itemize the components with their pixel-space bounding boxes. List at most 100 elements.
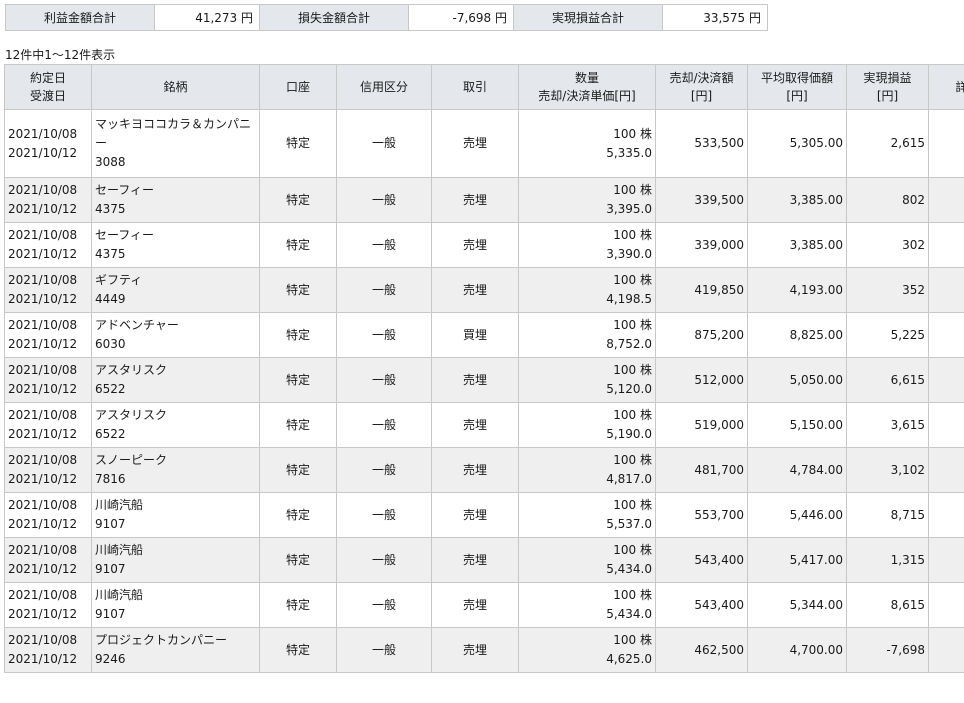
avg-price-cell: 4,784.00 <box>747 447 847 493</box>
avg-price-cell: 5,305.00 <box>747 109 847 178</box>
stock-code: 6030 <box>95 337 126 351</box>
summary-table: 利益金額合計 41,273 円 損失金額合計 -7,698 円 実現損益合計 3… <box>5 4 768 31</box>
stock-cell: プロジェクトカンパニー 9246 <box>91 627 260 673</box>
profit-total-label: 利益金額合計 <box>5 4 155 31</box>
account-cell: 特定 <box>259 177 337 223</box>
quantity: 100 株 <box>613 183 652 197</box>
trade-cell: 売埋 <box>431 402 519 448</box>
trade-date: 2021/10/08 <box>8 453 78 467</box>
realized-pnl-cell: 352 <box>846 267 929 313</box>
credit-cell: 一般 <box>336 267 432 313</box>
quantity-cell: 100 株 8,752.0 <box>518 312 656 358</box>
amount-cell: 543,400 <box>655 537 748 583</box>
unit-price: 3,395.0 <box>606 202 652 216</box>
trade-cell: 売埋 <box>431 267 519 313</box>
quantity-cell: 100 株 5,537.0 <box>518 492 656 538</box>
detail-cell <box>928 357 964 403</box>
quantity: 100 株 <box>613 273 652 287</box>
stock-cell: アスタリスク 6522 <box>91 402 260 448</box>
realized-pnl-cell: 802 <box>846 177 929 223</box>
credit-cell: 一般 <box>336 537 432 583</box>
quantity-cell: 100 株 5,434.0 <box>518 537 656 583</box>
stock-code: 9246 <box>95 652 126 666</box>
table-row: 2021/10/08 2021/10/12 川崎汽船 9107 特定 一般 売埋 1… <box>4 537 964 583</box>
header-avg-line1: 平均取得価額 <box>760 71 833 85</box>
settle-date: 2021/10/12 <box>8 382 78 396</box>
account-cell: 特定 <box>259 492 337 538</box>
settle-date: 2021/10/12 <box>8 202 78 216</box>
stock-cell: アスタリスク 6522 <box>91 357 260 403</box>
stock-code: 4375 <box>95 202 126 216</box>
result-count: 12件中1～12件表示 <box>5 48 116 62</box>
detail-cell <box>928 267 964 313</box>
realized-pnl-cell: 5,225 <box>846 312 929 358</box>
quantity: 100 株 <box>613 498 652 512</box>
summary-row: 利益金額合計 41,273 円 損失金額合計 -7,698 円 実現損益合計 3… <box>5 4 768 31</box>
stock-code: 3088 <box>95 155 126 169</box>
stock-cell: 川崎汽船 9107 <box>91 582 260 628</box>
header-name: 銘柄 <box>91 64 260 110</box>
quantity-cell: 100 株 4,625.0 <box>518 627 656 673</box>
trade-history-table: 約定日 受渡日 銘柄 口座 信用区分 取引 数量 売却/決済単価[円] 売却/決… <box>4 64 964 673</box>
stock-code: 9107 <box>95 607 126 621</box>
detail-cell <box>928 177 964 223</box>
account-cell: 特定 <box>259 537 337 583</box>
loss-total-value: -7,698 円 <box>408 4 514 31</box>
realized-pnl-cell: 3,102 <box>846 447 929 493</box>
quantity-cell: 100 株 4,817.0 <box>518 447 656 493</box>
credit-cell: 一般 <box>336 109 432 178</box>
realized-total-value: 33,575 円 <box>662 4 768 31</box>
settle-date: 2021/10/12 <box>8 472 78 486</box>
account-cell: 特定 <box>259 627 337 673</box>
date-cell: 2021/10/08 2021/10/12 <box>4 537 92 583</box>
quantity-cell: 100 株 5,190.0 <box>518 402 656 448</box>
stock-code: 4449 <box>95 292 126 306</box>
unit-price: 3,390.0 <box>606 247 652 261</box>
stock-name: セーフィー <box>95 228 155 242</box>
trade-cell: 売埋 <box>431 447 519 493</box>
stock-cell: マッキヨココカラ＆カンパニー 3088 <box>91 109 260 178</box>
quantity-cell: 100 株 4,198.5 <box>518 267 656 313</box>
stock-name: ギフティ <box>95 273 143 287</box>
trade-date: 2021/10/08 <box>8 543 78 557</box>
table-row: 2021/10/08 2021/10/12 セーフィー 4375 特定 一般 売埋 … <box>4 222 964 268</box>
quantity-cell: 100 株 5,434.0 <box>518 582 656 628</box>
table-row: 2021/10/08 2021/10/12 アスタリスク 6522 特定 一般 売埋… <box>4 402 964 448</box>
settle-date: 2021/10/12 <box>8 337 78 351</box>
detail-cell <box>928 447 964 493</box>
header-qty-line1: 数量 <box>574 71 599 85</box>
header-amount-line1: 売却/決済額 <box>669 71 734 85</box>
stock-name: アスタリスク <box>95 408 168 422</box>
amount-cell: 462,500 <box>655 627 748 673</box>
stock-name: マッキヨココカラ＆カンパニー <box>95 117 252 150</box>
header-avg-line2: [円] <box>786 89 808 103</box>
avg-price-cell: 5,150.00 <box>747 402 847 448</box>
date-cell: 2021/10/08 2021/10/12 <box>4 402 92 448</box>
header-row: 約定日 受渡日 銘柄 口座 信用区分 取引 数量 売却/決済単価[円] 売却/決… <box>4 64 964 110</box>
quantity: 100 株 <box>613 408 652 422</box>
quantity: 100 株 <box>613 633 652 647</box>
stock-name: 川崎汽船 <box>95 498 144 512</box>
stock-code: 6522 <box>95 427 126 441</box>
stock-cell: アドベンチャー 6030 <box>91 312 260 358</box>
header-detail: 詳細 <box>928 64 964 110</box>
detail-cell <box>928 222 964 268</box>
amount-cell: 543,400 <box>655 582 748 628</box>
amount-cell: 875,200 <box>655 312 748 358</box>
credit-cell: 一般 <box>336 312 432 358</box>
table-row: 2021/10/08 2021/10/12 プロジェクトカンパニー 9246 特定 … <box>4 627 964 673</box>
stock-name: 川崎汽船 <box>95 588 144 602</box>
date-cell: 2021/10/08 2021/10/12 <box>4 267 92 313</box>
realized-pnl-cell: 1,315 <box>846 537 929 583</box>
quantity: 100 株 <box>613 543 652 557</box>
header-account: 口座 <box>259 64 337 110</box>
account-cell: 特定 <box>259 402 337 448</box>
date-cell: 2021/10/08 2021/10/12 <box>4 492 92 538</box>
settle-date: 2021/10/12 <box>8 652 78 666</box>
amount-cell: 481,700 <box>655 447 748 493</box>
header-trade-date: 約定日 <box>29 71 66 85</box>
trade-cell: 売埋 <box>431 582 519 628</box>
unit-price: 5,434.0 <box>606 562 652 576</box>
unit-price: 8,752.0 <box>606 337 652 351</box>
unit-price: 5,120.0 <box>606 382 652 396</box>
